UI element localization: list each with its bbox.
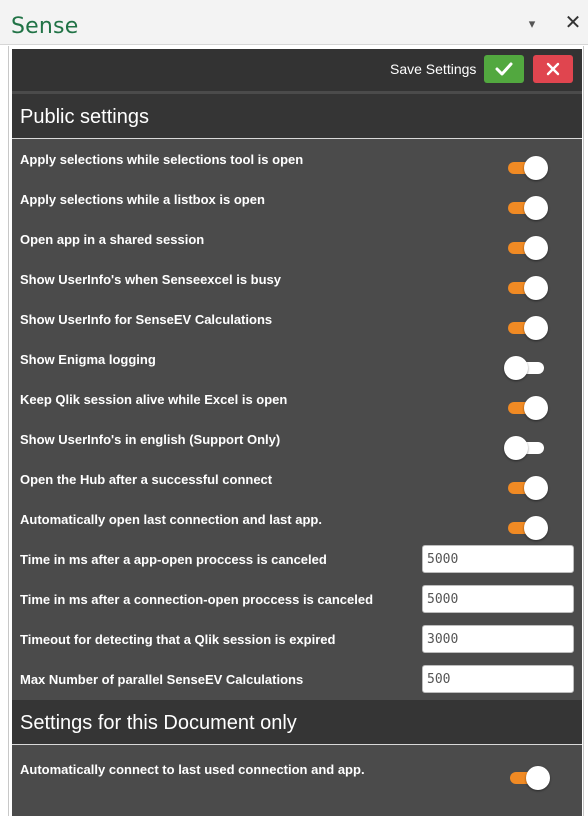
setting-label: Open app in a shared session — [20, 232, 205, 247]
toggle-switch[interactable] — [504, 355, 554, 381]
toggle-switch[interactable] — [506, 155, 552, 181]
toggle-switch[interactable] — [506, 195, 552, 221]
setting-label: Time in ms after a connection-open procc… — [20, 592, 374, 607]
pane-title: Sense — [11, 14, 79, 39]
max-parallel-calculations-input[interactable] — [422, 665, 574, 693]
close-x-icon — [546, 62, 560, 76]
setting-label: Keep Qlik session alive while Excel is o… — [20, 392, 288, 407]
setting-label: Show UserInfo's when Senseexcel is busy — [20, 272, 282, 287]
toggle-switch[interactable] — [506, 235, 552, 261]
toggle-switch[interactable] — [508, 765, 554, 791]
setting-label: Apply selections while a listbox is open — [20, 192, 265, 207]
setting-label: Open the Hub after a successful connect — [20, 472, 273, 487]
save-button[interactable] — [484, 55, 524, 83]
setting-label: Automatically open last connection and l… — [20, 512, 322, 527]
document-settings-header: Settings for this Document only — [12, 700, 582, 745]
public-settings-header: Public settings — [12, 94, 582, 139]
settings-panel: Save Settings Public settings Apply sele… — [12, 49, 582, 816]
toggle-switch[interactable] — [506, 395, 552, 421]
toggle-switch[interactable] — [506, 475, 552, 501]
setting-label: Apply selections while selections tool i… — [20, 152, 304, 167]
settings-toolbar: Save Settings — [12, 49, 582, 91]
setting-label: Max Number of parallel SenseEV Calculati… — [20, 672, 304, 687]
setting-label: Show UserInfo's in english (Support Only… — [20, 432, 281, 447]
app-open-timeout-input[interactable] — [422, 545, 574, 573]
setting-label: Timeout for detecting that a Qlik sessio… — [20, 632, 336, 647]
setting-label: Show Enigma logging — [20, 352, 156, 367]
close-icon[interactable]: ✕ — [562, 12, 584, 34]
section-title: Public settings — [20, 106, 149, 128]
setting-label: Show UserInfo for SenseEV Calculations — [20, 312, 273, 327]
checkmark-icon — [495, 62, 513, 76]
chevron-down-icon[interactable]: ▾ — [522, 14, 542, 34]
setting-label: Time in ms after a app-open proccess is … — [20, 552, 327, 567]
toggle-switch[interactable] — [506, 275, 552, 301]
setting-label: Automatically connect to last used conne… — [20, 762, 365, 777]
toggle-switch[interactable] — [506, 515, 552, 541]
save-settings-label: Save Settings — [390, 61, 477, 77]
session-expired-timeout-input[interactable] — [422, 625, 574, 653]
connection-open-timeout-input[interactable] — [422, 585, 574, 613]
section-title: Settings for this Document only — [20, 712, 297, 734]
cancel-button[interactable] — [533, 55, 573, 83]
toggle-switch[interactable] — [504, 435, 554, 461]
toggle-switch[interactable] — [506, 315, 552, 341]
task-pane-header: Sense ▾ ✕ — [0, 0, 588, 45]
